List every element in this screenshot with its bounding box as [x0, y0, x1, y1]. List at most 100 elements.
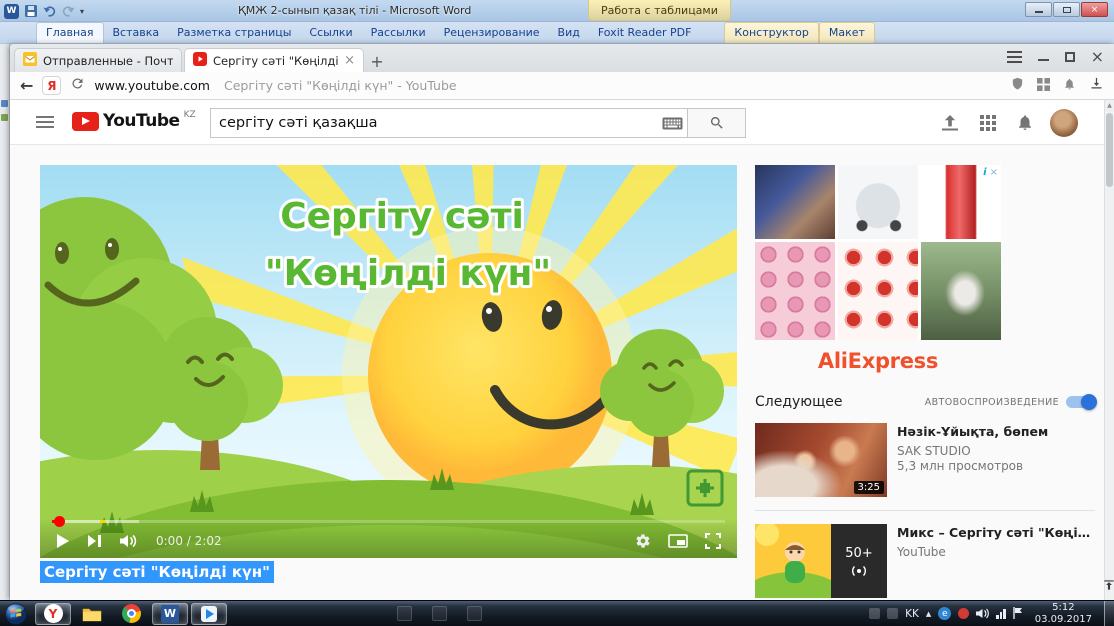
- browser-tab-youtube[interactable]: Сергіту сәті "Көңілді күн" ×: [184, 48, 364, 72]
- settings-gear-icon[interactable]: [635, 533, 651, 549]
- volume-icon[interactable]: [119, 534, 139, 548]
- taskbar-media-player[interactable]: [191, 603, 227, 625]
- upload-icon[interactable]: [940, 115, 960, 136]
- word-tab-insert[interactable]: Вставка: [104, 23, 169, 43]
- youtube-logo[interactable]: YouTube KZ: [72, 112, 196, 131]
- scrollbar-up-icon[interactable]: ▲: [1105, 102, 1114, 109]
- suggested-channel[interactable]: SAK STUDIO: [897, 444, 1048, 458]
- word-tab-home[interactable]: Главная: [36, 22, 104, 43]
- yandex-icon[interactable]: Я: [42, 76, 61, 95]
- qat-dropdown-icon[interactable]: ▾: [80, 7, 84, 16]
- word-maximize-button[interactable]: [1053, 2, 1080, 17]
- search-button[interactable]: [688, 108, 746, 138]
- guide-menu-icon[interactable]: [36, 116, 54, 128]
- account-avatar[interactable]: [1050, 109, 1078, 137]
- suggested-title[interactable]: Нәзік-Ұйықта, бөпем: [897, 424, 1048, 440]
- tray-browser-icon[interactable]: e: [938, 607, 951, 620]
- downloads-icon[interactable]: [1089, 76, 1104, 95]
- word-contextual-tools-label: Работа с таблицами: [588, 0, 731, 21]
- mix-title[interactable]: Микс – Сергіту сәті "Көңілді күн": [897, 525, 1095, 541]
- save-icon[interactable]: [23, 4, 38, 19]
- ad-image-5[interactable]: [838, 242, 918, 340]
- next-button[interactable]: [87, 534, 102, 548]
- adchoices-close-icon[interactable]: ×: [990, 167, 998, 178]
- taskbar-explorer-folder[interactable]: [74, 603, 110, 625]
- browser-close-button[interactable]: ×: [1091, 52, 1104, 62]
- tab-close-icon[interactable]: ×: [344, 54, 355, 67]
- word-tab-view[interactable]: Вид: [549, 23, 589, 43]
- ad-image-1[interactable]: [755, 165, 835, 239]
- ad-banner[interactable]: i ×: [755, 165, 1001, 340]
- video-title[interactable]: Сергіту сәті "Көңілді күн": [40, 561, 274, 583]
- video-frame: Сергіту сәті "Көңілді күн": [40, 165, 737, 558]
- start-button[interactable]: [5, 603, 27, 625]
- protect-icon[interactable]: [1011, 76, 1024, 95]
- progress-bar[interactable]: [52, 520, 725, 523]
- action-center-flag-icon[interactable]: [1013, 604, 1023, 623]
- word-app-icon[interactable]: W: [4, 4, 19, 19]
- word-tab-table-layout[interactable]: Макет: [819, 22, 875, 43]
- collections-icon[interactable]: [1037, 76, 1050, 95]
- address-bar[interactable]: www.youtube.com Сергіту сәті "Көңілді кү…: [94, 78, 1002, 93]
- new-tab-button[interactable]: +: [364, 50, 390, 72]
- word-tab-foxit[interactable]: Foxit Reader PDF: [589, 23, 701, 43]
- tray-volume-icon[interactable]: [976, 604, 989, 623]
- word-tab-references[interactable]: Ссылки: [300, 23, 361, 43]
- suggested-mix[interactable]: 50+ Микс – Сергіту сәті "Көңілді күн" Yo…: [755, 524, 1095, 598]
- language-indicator[interactable]: KK: [905, 608, 919, 620]
- video-thumbnail[interactable]: 3:25: [755, 423, 887, 497]
- taskbar-chrome[interactable]: [113, 603, 149, 625]
- taskbar-yandex-browser[interactable]: Y: [35, 603, 71, 625]
- notifications-bell-icon[interactable]: [1016, 113, 1034, 136]
- hidden-icons-arrow[interactable]: ▲: [926, 610, 931, 618]
- miniplayer-icon[interactable]: [668, 534, 688, 548]
- taskbar-word[interactable]: W: [152, 603, 188, 625]
- back-button[interactable]: ←: [20, 76, 33, 95]
- fullscreen-icon[interactable]: [705, 533, 721, 549]
- tray-dim-icon[interactable]: [887, 608, 898, 619]
- word-tab-review[interactable]: Рецензирование: [435, 23, 549, 43]
- youtube-watch-page: Сергіту сәті "Көңілді күн": [10, 145, 1104, 600]
- play-button[interactable]: [56, 533, 70, 549]
- word-window-controls: ×: [1025, 2, 1108, 17]
- search-input[interactable]: [211, 115, 657, 131]
- word-tab-mailings[interactable]: Рассылки: [362, 23, 435, 43]
- adchoices-badge[interactable]: i ×: [980, 165, 1001, 179]
- search-box: [210, 108, 688, 138]
- word-tab-page-layout[interactable]: Разметка страницы: [168, 23, 300, 43]
- tray-alert-icon[interactable]: [958, 608, 969, 619]
- ad-image-6[interactable]: [921, 242, 1001, 340]
- youtube-header: YouTube KZ: [10, 100, 1104, 145]
- word-minimize-button[interactable]: [1025, 2, 1052, 17]
- scroll-to-top-icon[interactable]: [1102, 577, 1114, 596]
- show-desktop-button[interactable]: [1104, 601, 1114, 626]
- mix-thumbnail[interactable]: 50+: [755, 524, 887, 598]
- taskbar-apps: Y W: [35, 603, 227, 625]
- redo-icon[interactable]: [61, 4, 76, 19]
- word-tab-table-design[interactable]: Конструктор: [724, 22, 818, 43]
- taskbar-clock[interactable]: 5:12 03.09.2017: [1030, 602, 1097, 625]
- browser-tab-mail[interactable]: Отправленные - Почта Ma: [14, 48, 182, 72]
- up-next-row: Следующее АВТОВОСПРОИЗВЕДЕНИЕ: [755, 394, 1095, 410]
- virtual-keyboard-icon[interactable]: [657, 117, 687, 130]
- ad-brand-text[interactable]: AliExpress: [755, 349, 1001, 373]
- network-icon[interactable]: [996, 608, 1006, 619]
- scrollbar-thumb[interactable]: [1106, 113, 1113, 187]
- ad-image-2[interactable]: [838, 165, 918, 239]
- undo-icon[interactable]: [42, 4, 57, 19]
- page-scrollbar[interactable]: ▲: [1104, 100, 1114, 600]
- video-player[interactable]: Сергіту сәті "Көңілді күн": [40, 165, 737, 558]
- ad-image-4[interactable]: [755, 242, 835, 340]
- adchoices-info-icon[interactable]: i: [983, 167, 986, 178]
- suggested-video-1[interactable]: 3:25 Нәзік-Ұйықта, бөпем SAK STUDIO 5,3 …: [755, 423, 1095, 497]
- autoplay-toggle[interactable]: [1066, 396, 1095, 408]
- tray-dim-icon[interactable]: [869, 608, 880, 619]
- browser-minimize-button[interactable]: [1038, 53, 1049, 61]
- browser-menu-icon[interactable]: [1007, 51, 1022, 63]
- refresh-icon[interactable]: [70, 76, 85, 95]
- browser-maximize-button[interactable]: [1065, 52, 1075, 62]
- youtube-logo-text: YouTube: [103, 112, 180, 131]
- youtube-apps-icon[interactable]: [980, 115, 996, 135]
- notifications-icon[interactable]: [1063, 76, 1076, 95]
- word-close-button[interactable]: ×: [1081, 2, 1108, 17]
